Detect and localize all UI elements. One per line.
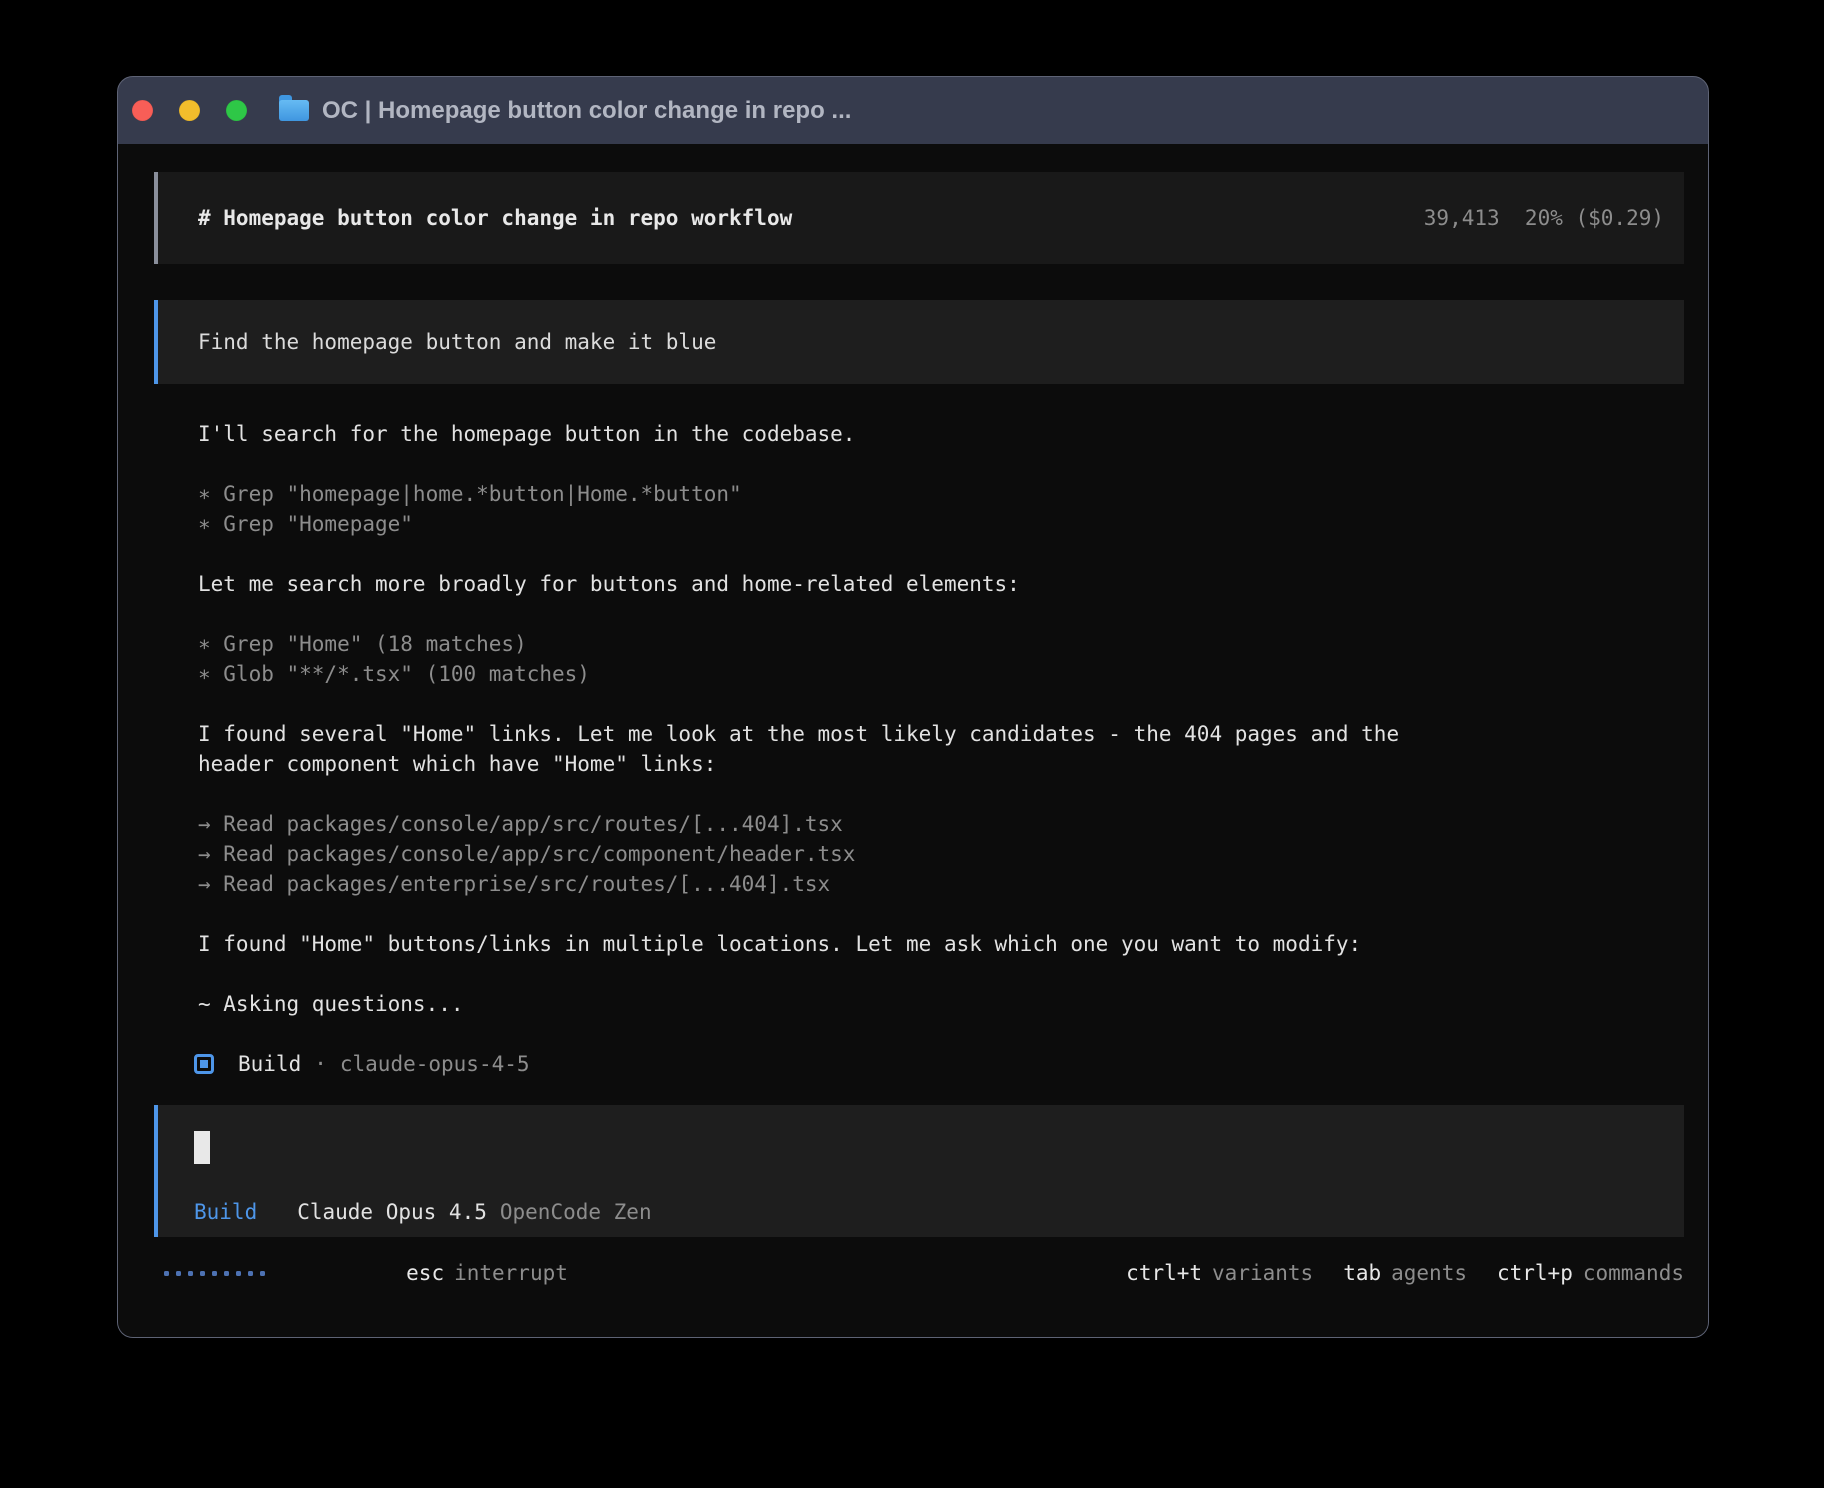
user-message-text: Find the homepage button and make it blu…: [198, 330, 716, 354]
shortcut-group-right: ctrl+t variants tab agents ctrl+p commands: [1126, 1261, 1684, 1285]
activity-dot: [200, 1271, 205, 1276]
chat-line: → Read packages/console/app/src/componen…: [198, 839, 1684, 869]
chat-line: ∗ Grep "Home" (18 matches): [198, 629, 1684, 659]
chat-line: [198, 449, 1684, 479]
chat-line: → Read packages/enterprise/src/routes/[.…: [198, 869, 1684, 899]
session-token-stats: 39,413 20% ($0.29): [1424, 206, 1664, 230]
agent-status-separator: ·: [314, 1052, 327, 1076]
user-message: Find the homepage button and make it blu…: [154, 300, 1684, 384]
shortcut-commands: ctrl+p commands: [1497, 1261, 1684, 1285]
window-title: OC | Homepage button color change in rep…: [322, 97, 851, 125]
activity-dot: [260, 1271, 265, 1276]
activity-dot: [164, 1271, 169, 1276]
shortcut-label: agents: [1391, 1261, 1467, 1285]
window-titlebar[interactable]: OC | Homepage button color change in rep…: [118, 77, 1708, 144]
chat-line: → Read packages/console/app/src/routes/[…: [198, 809, 1684, 839]
chat-line: I found "Home" buttons/links in multiple…: [198, 929, 1684, 959]
shortcut-agents: tab agents: [1343, 1261, 1467, 1285]
status-bar: escinterrupt ctrl+tvariantstabagentsctrl…: [154, 1237, 1684, 1309]
shortcut-label: variants: [1212, 1261, 1313, 1285]
chat-line: ∗ Grep "Homepage": [198, 509, 1684, 539]
chat-line: ∗ Grep "homepage|home.*button|Home.*butt…: [198, 479, 1684, 509]
zoom-button[interactable]: [226, 100, 247, 121]
chat-line: [198, 779, 1684, 809]
chat-transcript: I'll search for the homepage button in t…: [198, 419, 1684, 1019]
terminal-content[interactable]: # Homepage button color change in repo w…: [118, 144, 1708, 1338]
session-header: # Homepage button color change in repo w…: [154, 172, 1684, 264]
chat-line: [198, 599, 1684, 629]
chat-line: [198, 539, 1684, 569]
activity-dot: [212, 1271, 217, 1276]
chat-line: [198, 959, 1684, 989]
activity-dot: [236, 1271, 241, 1276]
shortcut-interrupt: esc interrupt: [305, 1237, 568, 1309]
folder-icon: [279, 100, 309, 121]
prompt-input[interactable]: Build Claude Opus 4.5 OpenCode Zen: [154, 1105, 1684, 1237]
chat-line: [198, 689, 1684, 719]
agent-status-line: Build · claude-opus-4-5: [194, 1049, 1684, 1079]
traffic-lights: [132, 100, 247, 121]
chat-line: ∗ Glob "**/*.tsx" (100 matches): [198, 659, 1684, 689]
input-model-label: Claude Opus 4.5: [297, 1200, 487, 1224]
input-footer: Build Claude Opus 4.5 OpenCode Zen: [194, 1200, 1664, 1224]
activity-dot: [224, 1271, 229, 1276]
shortcut-key: ctrl+t: [1126, 1261, 1202, 1285]
chat-line: I found several "Home" links. Let me loo…: [198, 719, 1684, 749]
chat-line: [198, 899, 1684, 929]
activity-dots: [164, 1271, 265, 1276]
chat-line: ~ Asking questions...: [198, 989, 1684, 1019]
chat-line: Let me search more broadly for buttons a…: [198, 569, 1684, 599]
agent-status-model: claude-opus-4-5: [340, 1052, 530, 1076]
input-provider-label: OpenCode Zen: [500, 1200, 652, 1224]
shortcut-variants: ctrl+t variants: [1126, 1261, 1313, 1285]
close-button[interactable]: [132, 100, 153, 121]
session-title: # Homepage button color change in repo w…: [198, 206, 792, 230]
activity-dot: [248, 1271, 253, 1276]
shortcut-key: tab: [1343, 1261, 1381, 1285]
input-agent-label: Build: [194, 1200, 257, 1224]
shortcut-label: interrupt: [454, 1261, 568, 1285]
text-cursor: [194, 1131, 210, 1164]
shortcut-label: commands: [1583, 1261, 1684, 1285]
minimize-button[interactable]: [179, 100, 200, 121]
shortcut-key: ctrl+p: [1497, 1261, 1573, 1285]
selected-square-icon: [194, 1054, 214, 1074]
shortcut-key: esc: [406, 1261, 444, 1285]
agent-status-name: Build: [238, 1052, 301, 1076]
chat-line: header component which have "Home" links…: [198, 749, 1684, 779]
activity-dot: [188, 1271, 193, 1276]
chat-line: I'll search for the homepage button in t…: [198, 419, 1684, 449]
activity-dot: [176, 1271, 181, 1276]
terminal-window: OC | Homepage button color change in rep…: [117, 76, 1709, 1338]
